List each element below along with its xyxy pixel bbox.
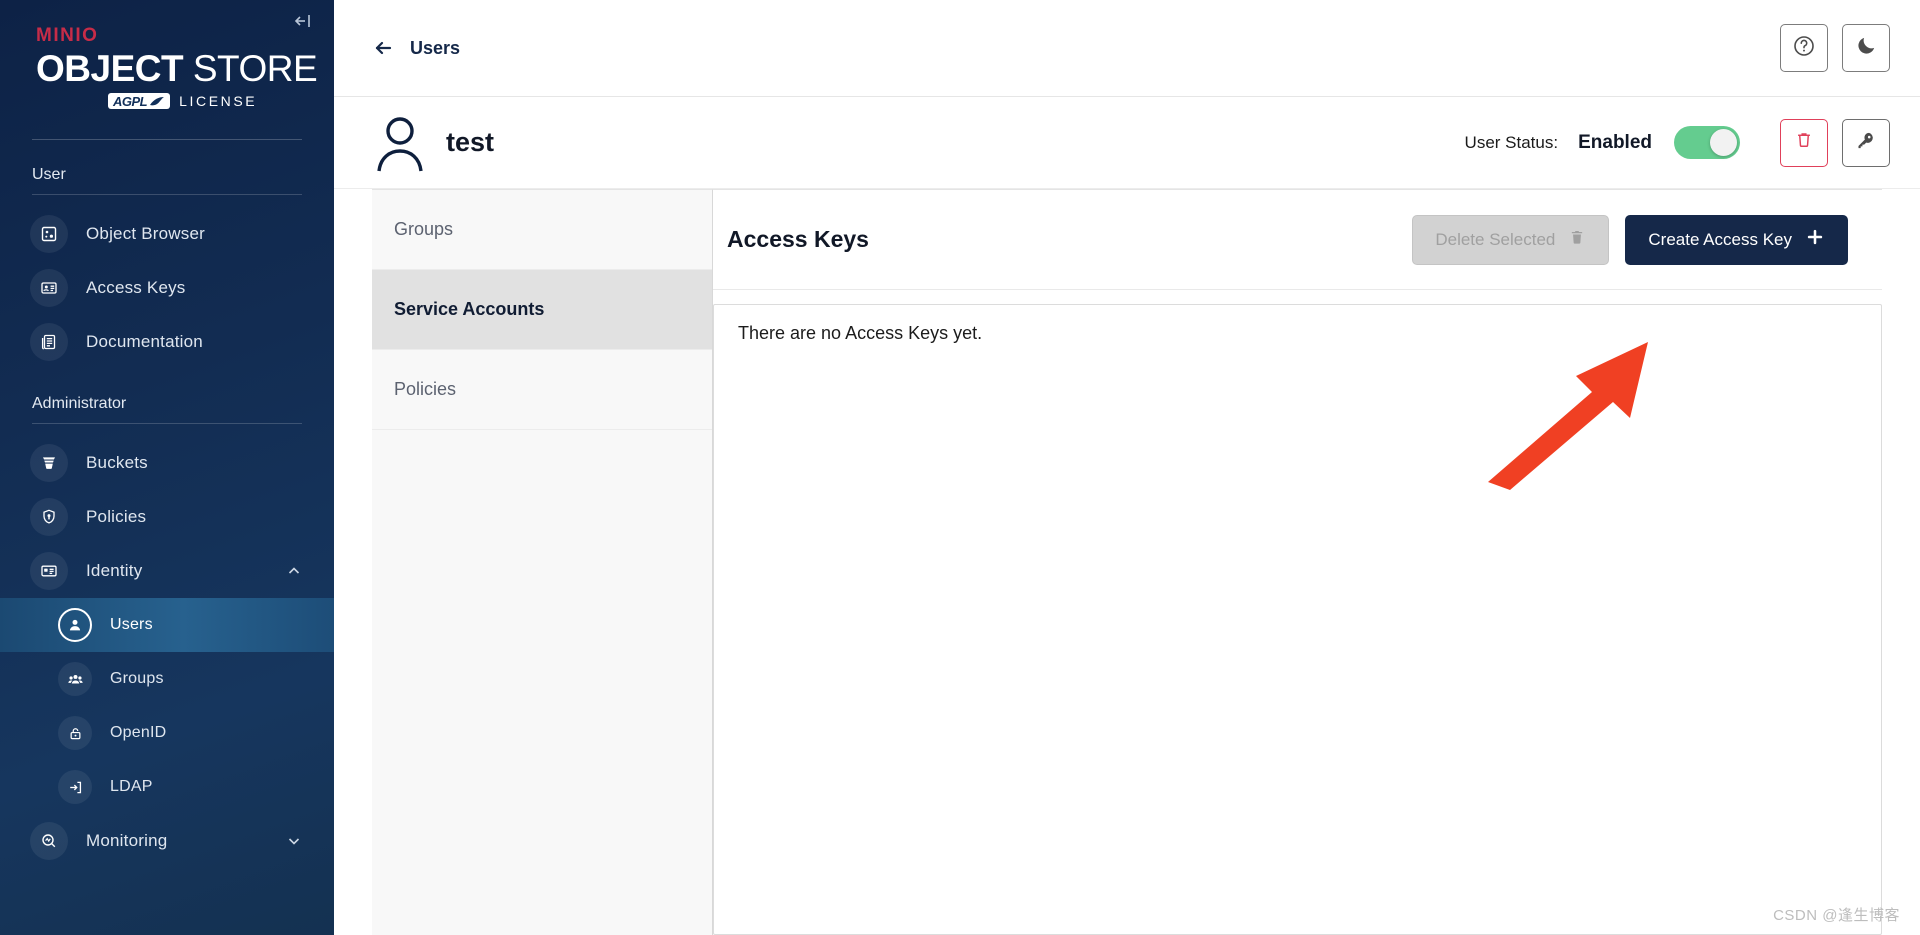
access-keys-table-area: There are no Access Keys yet. (713, 290, 1882, 935)
sidebar-item-label: Identity (86, 561, 143, 581)
groups-icon (58, 662, 92, 697)
tab-service-accounts[interactable]: Service Accounts (372, 270, 712, 350)
sidebar-item-monitoring[interactable]: Monitoring (0, 814, 334, 868)
sidebar-item-label: Access Keys (86, 278, 186, 298)
arrow-left-icon[interactable] (372, 37, 394, 59)
tab-policies[interactable]: Policies (372, 350, 712, 430)
license-word: LICENSE (179, 93, 258, 110)
sidebar: MINIO OBJECT STORE AGPL LICENSE User Obj… (0, 0, 334, 935)
change-password-button[interactable] (1842, 118, 1890, 167)
sidebar-logo-area: MINIO OBJECT STORE AGPL LICENSE (0, 0, 334, 141)
sidebar-item-label: Documentation (86, 332, 203, 352)
trash-icon (1794, 130, 1814, 155)
agpl-badge-text: AGPL (113, 94, 148, 110)
delete-selected-button[interactable]: Delete Selected (1412, 214, 1610, 265)
sidebar-item-groups[interactable]: Groups (0, 652, 334, 706)
plus-icon (1805, 227, 1825, 252)
entity-tabs: Groups Service Accounts Policies (372, 189, 713, 935)
tab-groups[interactable]: Groups (372, 190, 712, 270)
sidebar-item-label: Buckets (86, 453, 148, 473)
user-circle-icon (58, 608, 92, 643)
help-circle-icon (1792, 34, 1816, 63)
openid-lock-icon (58, 716, 92, 751)
watermark: CSDN @逢生博客 (1773, 907, 1900, 924)
chevron-up-icon[interactable] (286, 563, 302, 579)
sidebar-item-label: Groups (110, 670, 164, 688)
sidebar-item-openid[interactable]: OpenID (0, 706, 334, 760)
sidebar-item-users[interactable]: Users (0, 598, 334, 653)
documentation-icon (30, 323, 68, 362)
sidebar-item-label: Monitoring (86, 831, 168, 851)
sidebar-item-documentation[interactable]: Documentation (0, 315, 334, 369)
empty-state-message: There are no Access Keys yet. (738, 323, 983, 343)
object-store-title: OBJECT STORE (36, 49, 334, 88)
access-keys-icon (30, 269, 68, 308)
trash-icon (1568, 228, 1586, 251)
sidebar-item-buckets[interactable]: Buckets (0, 436, 334, 490)
panel-header: Access Keys Delete Selected Create Acces… (713, 190, 1882, 290)
access-keys-panel: Access Keys Delete Selected Create Acces… (713, 189, 1882, 935)
user-name: test (446, 127, 495, 157)
sidebar-item-object-browser[interactable]: Object Browser (0, 207, 334, 261)
minio-wordmark-io: IO (75, 25, 99, 46)
identity-card-icon (30, 552, 68, 591)
chevron-down-icon[interactable] (286, 833, 302, 849)
theme-toggle-button[interactable] (1842, 24, 1890, 72)
sidebar-section-administrator-rule (32, 423, 302, 425)
minio-wordmark-min: MIN (36, 25, 76, 46)
object-browser-icon (30, 215, 68, 254)
sidebar-item-identity[interactable]: Identity (0, 544, 334, 598)
sidebar-top-divider (32, 139, 302, 141)
page-title: Users (410, 37, 461, 58)
back-to-users-nav[interactable]: Users (372, 37, 460, 59)
ldap-login-icon (58, 770, 92, 805)
tab-label: Service Accounts (394, 299, 545, 319)
sidebar-item-label: Policies (86, 507, 147, 527)
shield-lock-icon (30, 498, 68, 537)
user-avatar-icon (372, 113, 428, 173)
tab-label: Groups (394, 219, 454, 239)
minio-console-app: MINIO OBJECT STORE AGPL LICENSE User Obj… (0, 0, 1920, 935)
title-object: OBJECT (36, 48, 184, 89)
agpl-swoosh-icon (150, 96, 165, 106)
access-keys-table: There are no Access Keys yet. (713, 304, 1882, 935)
sidebar-item-ldap[interactable]: LDAP (0, 760, 334, 814)
user-header: test User Status: Enabled (334, 97, 1920, 189)
delete-selected-label: Delete Selected (1435, 229, 1556, 249)
sidebar-item-label: Users (110, 616, 153, 634)
help-button[interactable] (1780, 24, 1828, 72)
sidebar-section-administrator-label: Administrator (32, 395, 127, 413)
title-store: STORE (183, 48, 318, 89)
sidebar-section-user-label: User (32, 166, 66, 184)
create-access-key-label: Create Access Key (1648, 229, 1792, 249)
user-status-value: Enabled (1578, 131, 1652, 153)
sidebar-item-label: LDAP (110, 778, 153, 796)
minio-logo: MINIO OBJECT STORE AGPL LICENSE (0, 22, 334, 110)
moon-icon (1855, 34, 1878, 62)
sidebar-item-label: Object Browser (86, 224, 206, 244)
bucket-icon (30, 444, 68, 483)
main-area: Users test User Status: Enabled Groups S… (334, 0, 1920, 935)
sidebar-item-access-keys[interactable]: Access Keys (0, 261, 334, 315)
agpl-badge-icon: AGPL (108, 93, 171, 110)
create-access-key-button[interactable]: Create Access Key (1625, 214, 1848, 265)
sidebar-section-user-rule (32, 194, 302, 196)
content-area: Groups Service Accounts Policies Access … (334, 189, 1920, 935)
key-icon (1855, 129, 1877, 156)
sidebar-item-policies[interactable]: Policies (0, 490, 334, 544)
tab-label: Policies (394, 379, 457, 399)
toggle-knob (1710, 129, 1737, 156)
panel-title: Access Keys (727, 226, 869, 252)
user-status-label: User Status: (1464, 132, 1559, 152)
user-status-toggle[interactable] (1674, 126, 1740, 159)
collapse-sidebar-icon[interactable] (290, 8, 316, 34)
top-bar: Users (334, 0, 1920, 97)
delete-user-button[interactable] (1780, 118, 1828, 167)
license-line: AGPL LICENSE (36, 93, 334, 110)
sidebar-item-label: OpenID (110, 724, 167, 742)
monitoring-icon (30, 822, 68, 861)
